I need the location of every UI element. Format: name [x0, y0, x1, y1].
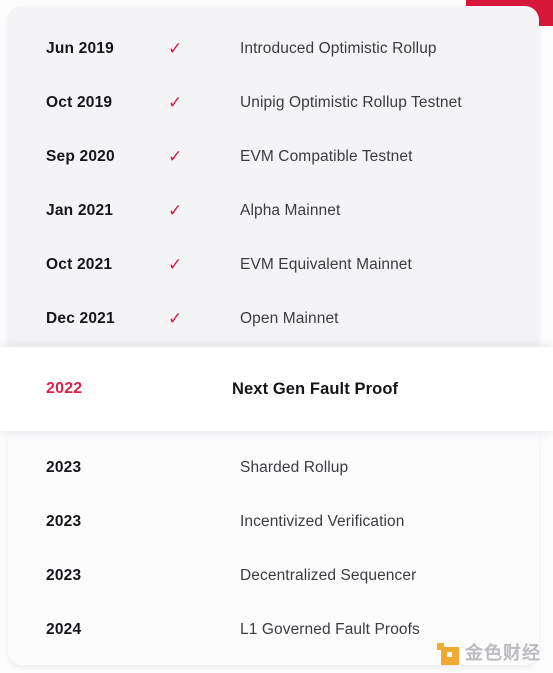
watermark-text: 金色财经 [465, 643, 541, 664]
check-icon: ✓ [168, 254, 183, 274]
milestone-date: 2023 [46, 567, 82, 584]
timeline-row[interactable]: Dec 2021 ✓ Open Mainnet [8, 292, 539, 343]
milestone-title: L1 Governed Fault Proofs [240, 621, 420, 638]
milestone-date: Oct 2021 [46, 256, 113, 273]
milestone-title: Incentivized Verification [240, 513, 405, 530]
current-milestone-year: 2022 [46, 380, 83, 397]
milestone-date: Sep 2020 [46, 148, 115, 165]
milestone-date: 2024 [46, 621, 82, 638]
milestone-title: EVM Compatible Testnet [240, 148, 413, 165]
milestone-date: Jun 2019 [46, 40, 114, 57]
milestone-title: Unipig Optimistic Rollup Testnet [240, 94, 462, 111]
check-icon: ✓ [168, 200, 183, 220]
milestone-date: 2023 [46, 513, 82, 530]
check-icon: ✓ [168, 92, 183, 112]
milestone-date: Jan 2021 [46, 202, 114, 219]
check-icon: ✓ [168, 38, 183, 58]
milestone-title: Introduced Optimistic Rollup [240, 40, 437, 57]
milestone-title: EVM Equivalent Mainnet [240, 256, 412, 273]
milestone-title: Sharded Rollup [240, 459, 349, 476]
milestone-title: Open Mainnet [240, 310, 339, 327]
current-milestone-row[interactable]: 2022 Next Gen Fault Proof [0, 347, 553, 431]
check-icon: ✓ [168, 146, 183, 166]
timeline-row[interactable]: 2023 Decentralized Sequencer [8, 549, 539, 603]
timeline-row[interactable]: Oct 2019 ✓ Unipig Optimistic Rollup Test… [8, 76, 539, 130]
check-icon: ✓ [168, 308, 183, 328]
milestone-date: Dec 2021 [46, 310, 115, 327]
milestone-title: Decentralized Sequencer [240, 567, 417, 584]
timeline-row[interactable]: 2023 Sharded Rollup [8, 441, 539, 495]
milestone-title: Alpha Mainnet [240, 202, 341, 219]
watermark: 金色财经 [437, 643, 541, 665]
jinse-logo-icon [437, 643, 459, 665]
current-milestone-title: Next Gen Fault Proof [232, 379, 399, 398]
timeline-row[interactable]: 2023 Incentivized Verification [8, 495, 539, 549]
milestone-date: Oct 2019 [46, 94, 113, 111]
completed-milestones-card: Jun 2019 ✓ Introduced Optimistic Rollup … [8, 6, 539, 343]
timeline-row[interactable]: Jan 2021 ✓ Alpha Mainnet [8, 184, 539, 238]
timeline-row[interactable]: Jun 2019 ✓ Introduced Optimistic Rollup [8, 22, 539, 76]
timeline-row[interactable]: Sep 2020 ✓ EVM Compatible Testnet [8, 130, 539, 184]
upcoming-milestones-card: 2023 Sharded Rollup 2023 Incentivized Ve… [8, 433, 539, 665]
timeline-row[interactable]: Oct 2021 ✓ EVM Equivalent Mainnet [8, 238, 539, 292]
milestone-date: 2023 [46, 459, 82, 476]
timeline-stage: Jun 2019 ✓ Introduced Optimistic Rollup … [0, 0, 553, 673]
